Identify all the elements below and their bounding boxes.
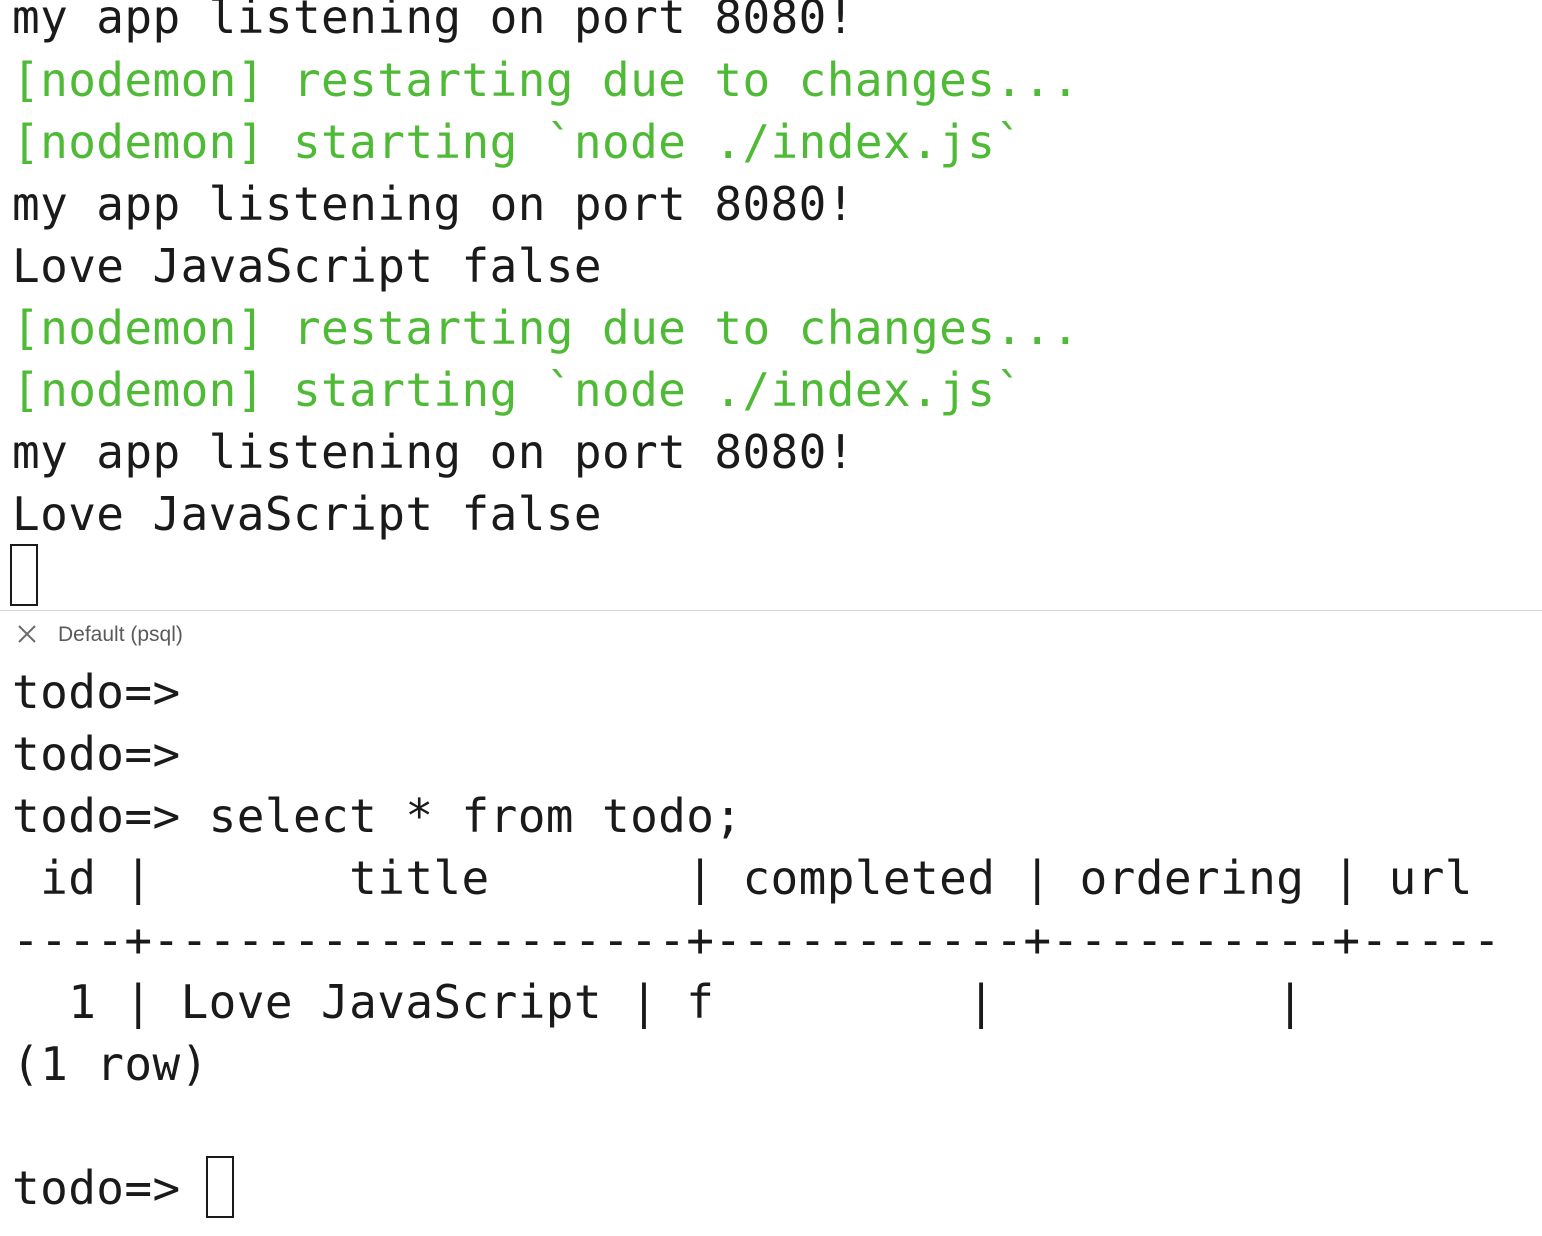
row-count-line: (1 row) (12, 1037, 209, 1091)
terminal-tab-label[interactable]: Default (psql) (58, 622, 183, 648)
table-header-row: id | title | completed | ordering | url (12, 851, 1473, 905)
psql-prompt-line[interactable]: todo=> (12, 1157, 209, 1219)
terminal-output-line: my app listening on port 8080! (12, 425, 855, 479)
nodemon-restart-line: [nodemon] restarting due to changes... (12, 301, 1080, 355)
psql-prompt-line: todo=> (12, 665, 181, 719)
close-icon[interactable] (16, 623, 38, 645)
terminal-cursor (10, 544, 38, 606)
table-row: 1 | Love JavaScript | f | | (12, 975, 1305, 1029)
terminal-output-line: Love JavaScript false (12, 487, 602, 541)
terminal-output-line: Love JavaScript false (12, 239, 602, 293)
nodemon-start-line: [nodemon] starting `node ./index.js` (12, 115, 1024, 169)
psql-prompt-line: todo=> (12, 727, 181, 781)
terminal-output-line: my app listening on port 8080! (12, 0, 855, 44)
pane-divider[interactable] (0, 610, 1542, 611)
top-terminal-pane[interactable]: my app listening on port 8080! [nodemon]… (0, 0, 1542, 610)
nodemon-restart-line: [nodemon] restarting due to changes... (12, 53, 1080, 107)
terminal-tab-bar: Default (psql) (0, 612, 1542, 656)
psql-query-line: todo=> select * from todo; (12, 789, 743, 843)
terminal-cursor (206, 1156, 234, 1218)
nodemon-start-line: [nodemon] starting `node ./index.js` (12, 363, 1024, 417)
bottom-terminal-pane[interactable]: Default (psql) todo=> todo=> todo=> sele… (0, 612, 1542, 1236)
table-separator-row: ----+-------------------+-----------+---… (12, 913, 1501, 967)
terminal-output-line: my app listening on port 8080! (12, 177, 855, 231)
